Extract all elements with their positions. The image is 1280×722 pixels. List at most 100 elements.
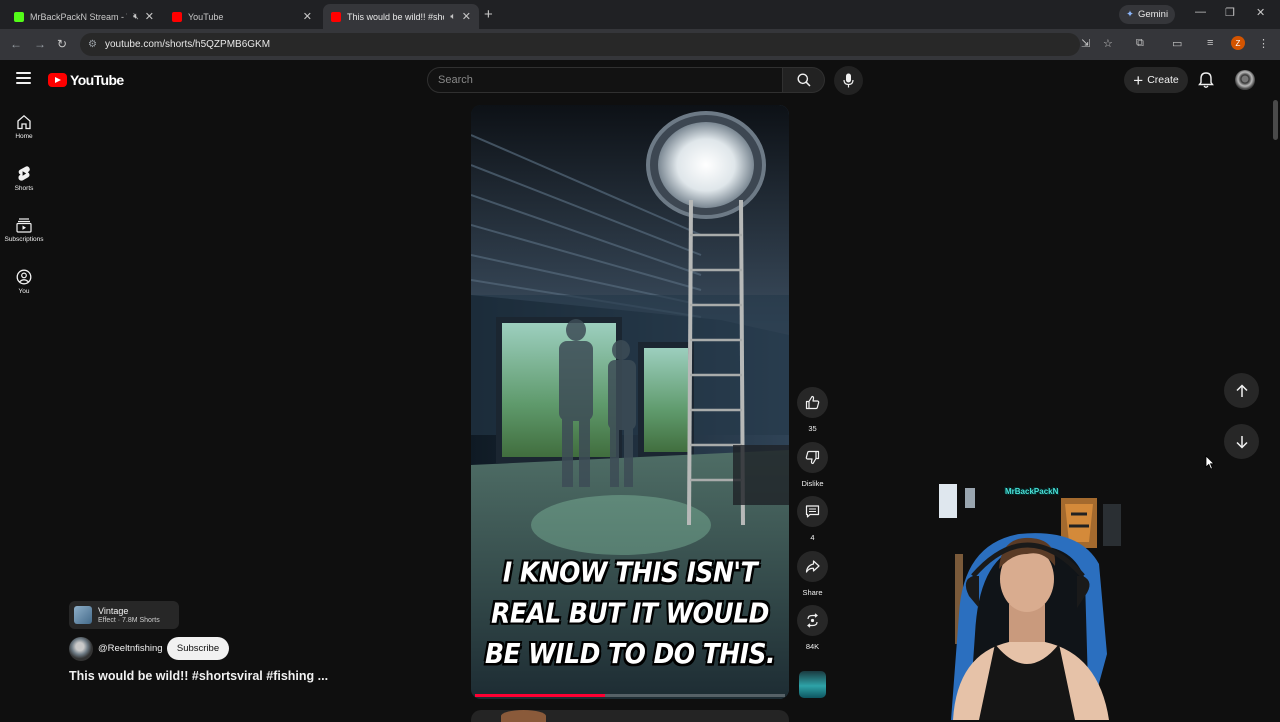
sidebar-item-home[interactable]: Home: [0, 114, 48, 140]
page-scrollbar[interactable]: [1273, 100, 1278, 140]
video-progress-fill: [475, 694, 606, 697]
thumbs-up-icon: [805, 395, 820, 410]
share-label: Share: [802, 588, 823, 597]
reload-icon[interactable]: ↻: [57, 37, 67, 51]
youtube-logo[interactable]: YouTube: [48, 72, 124, 88]
share-button[interactable]: Share: [797, 551, 828, 597]
restore-window-icon[interactable]: ❐: [1225, 6, 1235, 19]
comment-icon: [805, 505, 820, 518]
url-text: youtube.com/shorts/h5QZPMB6GKM: [104, 39, 271, 50]
comments-circle[interactable]: [797, 496, 828, 527]
effect-name: Vintage: [98, 606, 129, 616]
remix-icon: [807, 613, 818, 628]
video-caption: I KNOW THIS ISN'T REAL BUT IT WOULD BE W…: [484, 556, 776, 670]
gemini-label: Gemini: [1137, 9, 1169, 20]
tab-title: MrBackPackN Stream - Wa: [30, 11, 127, 22]
search-placeholder: Search: [438, 74, 473, 86]
sidebar-item-shorts[interactable]: Shorts: [0, 165, 48, 192]
media-controls-icon[interactable]: ≡: [1207, 37, 1213, 49]
close-window-icon[interactable]: ✕: [1256, 6, 1265, 19]
browser-tab-youtube[interactable]: YouTube ✕: [164, 4, 320, 29]
effect-meta: Effect · 7.8M Shorts: [98, 617, 160, 624]
streamer-webcam-overlay: MrBackPackN: [939, 484, 1125, 720]
channel-name[interactable]: @Reeltnfishing: [98, 643, 163, 654]
streamer-name-label: MrBackPackN: [1005, 487, 1059, 496]
sidebar-item-you[interactable]: You: [0, 269, 48, 295]
shorts-icon: [18, 166, 30, 181]
close-tab-icon[interactable]: ✕: [145, 10, 154, 23]
previous-short-button[interactable]: [1224, 373, 1259, 408]
thumbs-down-icon: [805, 450, 820, 465]
comments-button[interactable]: 4: [797, 496, 828, 542]
gemini-sparkle-icon: ✦: [1126, 9, 1134, 20]
youtube-header: YouTube Search + Create: [0, 60, 1280, 102]
browser-tab-stream[interactable]: MrBackPackN Stream - Wa 🔇︎ ✕: [6, 4, 162, 29]
short-video-player[interactable]: I KNOW THIS ISN'T REAL BUT IT WOULD BE W…: [471, 105, 789, 699]
account-avatar[interactable]: [1235, 70, 1255, 90]
like-count: 35: [808, 424, 817, 433]
dislike-label: Dislike: [801, 479, 824, 488]
sound-thumbnail[interactable]: [799, 671, 826, 698]
search-input[interactable]: Search: [427, 67, 783, 93]
sidebar-item-subscriptions[interactable]: Subscriptions: [0, 217, 48, 243]
forward-arrow-icon[interactable]: →: [34, 37, 46, 51]
site-settings-icon[interactable]: ⚙: [88, 39, 97, 50]
remix-button[interactable]: 84K: [797, 605, 828, 651]
dislike-button[interactable]: Dislike: [797, 442, 828, 488]
plus-icon: +: [1133, 70, 1144, 90]
close-tab-icon[interactable]: ✕: [303, 10, 312, 23]
sidebar-item-label: Subscriptions: [4, 236, 44, 243]
browser-tab-short[interactable]: This would be wild!! #short 🔈︎ ✕: [323, 4, 479, 29]
effect-chip[interactable]: Vintage Effect · 7.8M Shorts: [69, 601, 179, 629]
short-title[interactable]: This would be wild!! #shortsviral #fishi…: [69, 669, 328, 683]
search-button[interactable]: [783, 67, 825, 93]
microphone-icon: [843, 73, 854, 88]
share-arrow-icon: [805, 560, 820, 573]
hamburger-menu-icon[interactable]: [16, 72, 31, 84]
arrow-down-icon: [1235, 435, 1248, 449]
create-label: Create: [1147, 74, 1179, 86]
browser-tab-strip: MrBackPackN Stream - Wa 🔇︎ ✕ YouTube ✕ T…: [0, 0, 1280, 29]
muted-speaker-icon[interactable]: 🔇︎: [133, 11, 139, 22]
close-tab-icon[interactable]: ✕: [462, 10, 471, 23]
share-circle[interactable]: [797, 551, 828, 582]
address-bar[interactable]: ⚙ youtube.com/shorts/h5QZPMB6GKM: [80, 33, 1080, 56]
install-app-icon[interactable]: ⇲: [1081, 37, 1090, 50]
notifications-bell-icon[interactable]: [1196, 70, 1216, 90]
youtube-logo-text: YouTube: [70, 72, 124, 88]
create-button[interactable]: + Create: [1124, 67, 1188, 93]
streamer-webcam-image: [939, 484, 1121, 720]
youtube-play-logo-icon: [48, 73, 67, 87]
next-short-button[interactable]: [1224, 424, 1259, 459]
you-icon: [16, 269, 32, 285]
minimize-window-icon[interactable]: —: [1195, 6, 1206, 18]
speaker-icon[interactable]: 🔈︎: [450, 11, 455, 22]
gemini-button[interactable]: ✦ Gemini: [1119, 5, 1176, 24]
bookmark-star-icon[interactable]: ☆: [1103, 37, 1113, 50]
channel-avatar[interactable]: [69, 637, 93, 661]
next-short-preview[interactable]: [471, 710, 789, 722]
back-arrow-icon[interactable]: ←: [10, 37, 22, 51]
home-icon: [17, 114, 31, 130]
sidebar-item-label: You: [18, 288, 30, 295]
browser-profile-avatar[interactable]: Z: [1231, 36, 1245, 50]
like-circle[interactable]: [797, 387, 828, 418]
tab-title: This would be wild!! #short: [347, 11, 445, 22]
mouse-cursor-icon: [1205, 455, 1215, 470]
cast-icon[interactable]: ▭: [1172, 37, 1182, 50]
browser-menu-icon[interactable]: ⋮: [1258, 37, 1269, 50]
browser-toolbar: ← → ↻ ⚙ youtube.com/shorts/h5QZPMB6GKM ⇲…: [0, 29, 1280, 60]
voice-search-button[interactable]: [834, 66, 863, 95]
subscribe-button[interactable]: Subscribe: [167, 637, 229, 660]
tab-title: YouTube: [188, 11, 224, 22]
remix-count: 84K: [805, 642, 820, 651]
video-progress-bar[interactable]: [475, 694, 785, 697]
new-tab-button[interactable]: +: [484, 6, 493, 23]
extensions-puzzle-icon[interactable]: ⧉: [1136, 37, 1144, 50]
like-button[interactable]: 35: [797, 387, 828, 433]
dislike-circle[interactable]: [797, 442, 828, 473]
youtube-favicon-icon: [172, 11, 182, 22]
subscriptions-icon: [16, 218, 32, 233]
remix-circle[interactable]: [797, 605, 828, 636]
youtube-favicon-icon: [331, 11, 341, 22]
